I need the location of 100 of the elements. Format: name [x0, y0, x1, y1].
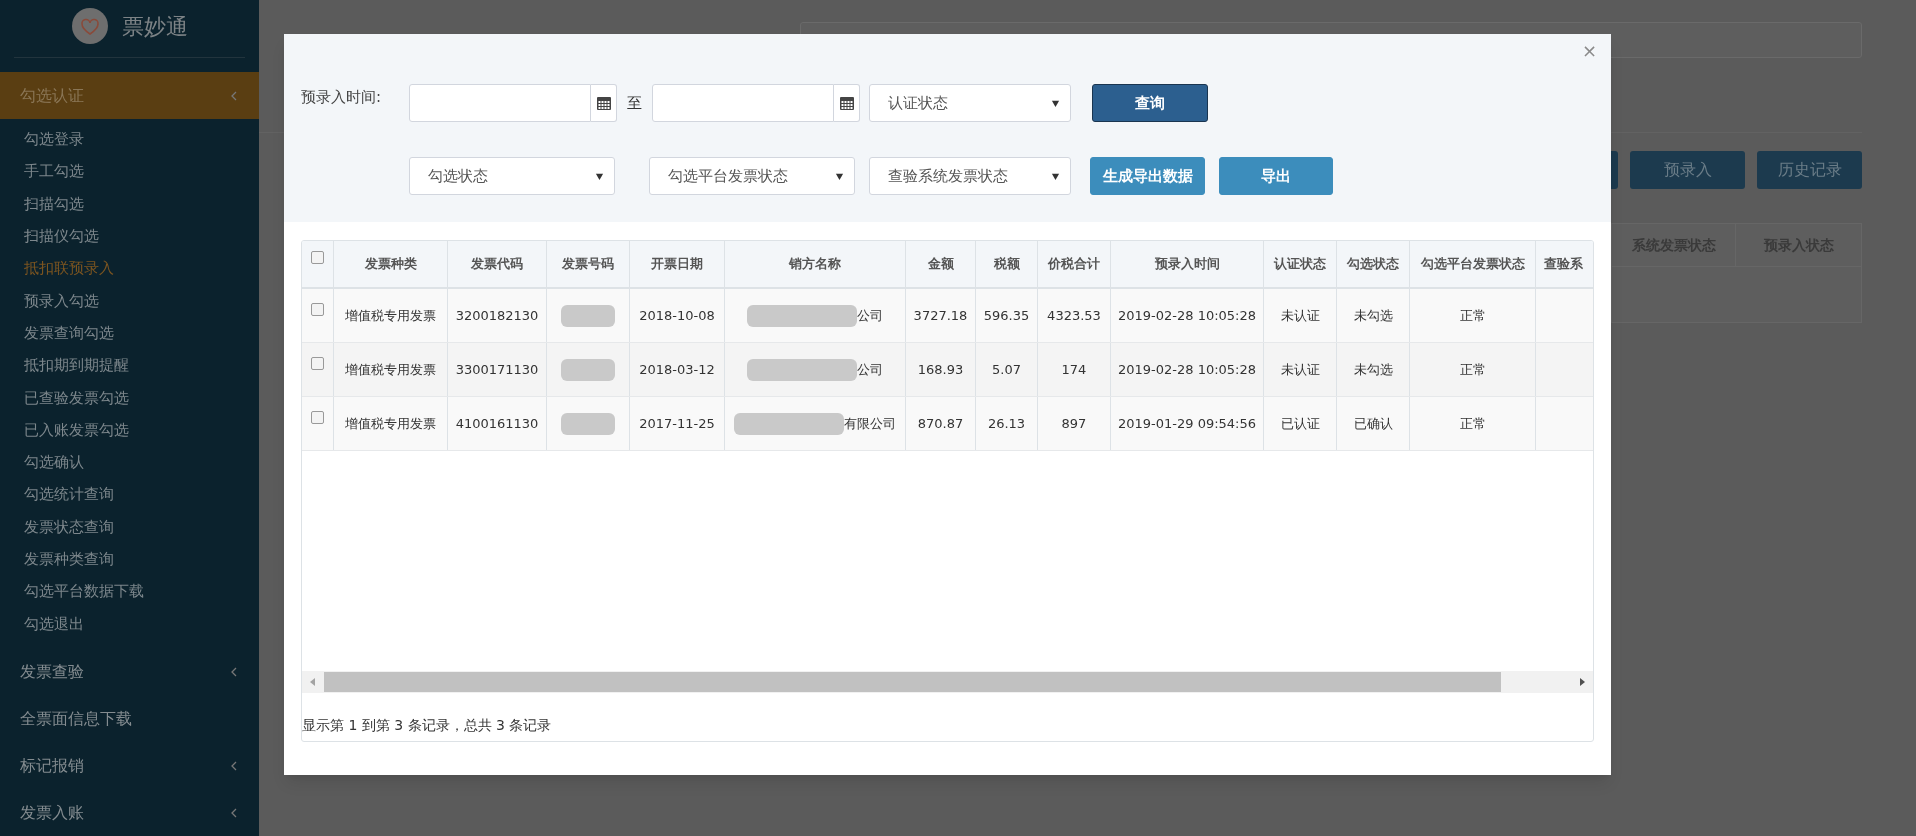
cell-text: 174 [1061, 360, 1087, 379]
submenu-item[interactable]: 预录入勾选 [0, 284, 259, 318]
scroll-thumb[interactable] [324, 672, 1501, 692]
cell-text: 2019-02-28 10:05:28 [1117, 360, 1257, 379]
column-header: 发票代码 [448, 241, 547, 287]
calendar-button[interactable] [591, 84, 617, 122]
pre-entry-button[interactable]: 预录入 [1630, 151, 1745, 189]
cell-text: 公司 [857, 306, 883, 325]
calendar-button[interactable] [834, 84, 860, 122]
cell-text: 正常 [1459, 360, 1486, 379]
column-header: 预录入时间 [1111, 241, 1264, 287]
menu-group[interactable]: 发票入账 [0, 789, 259, 836]
cell-text: 168.93 [917, 360, 964, 379]
caret-icon [1051, 171, 1060, 181]
cell-text: 26.13 [987, 414, 1026, 433]
export-button[interactable]: 导出 [1219, 157, 1333, 195]
status-select[interactable]: 认证状态 [869, 84, 1071, 122]
column-header: 发票号码 [547, 241, 630, 287]
cell-text: 870.87 [917, 414, 964, 433]
date-field[interactable] [652, 84, 834, 122]
cell-text: 增值税专用发票 [345, 306, 436, 325]
submenu-item[interactable]: 勾选登录 [0, 123, 259, 156]
column-header: 认证状态 [1264, 241, 1337, 287]
chevron-left-icon [231, 807, 237, 818]
checkbox[interactable] [311, 411, 324, 424]
cell-text: 已认证 [1280, 414, 1320, 433]
caret-icon [595, 171, 604, 181]
column-header: 查验系 [1543, 255, 1584, 274]
cell-text: 未勾选 [1353, 306, 1393, 325]
submenu-item[interactable]: 扫描仪勾选 [0, 220, 259, 253]
cell-text: 5.07 [992, 360, 1021, 379]
cell-text: 未认证 [1280, 360, 1320, 379]
column-header: 开票日期 [630, 241, 725, 287]
cell-text: 2019-02-28 10:05:28 [1117, 306, 1257, 325]
cell-text: 4100161130 [455, 414, 539, 433]
submenu-item[interactable]: 扫描勾选 [0, 187, 259, 221]
generate-export-data-button[interactable]: 生成导出数据 [1090, 157, 1205, 195]
cell-text: 897 [1061, 414, 1087, 433]
date-label: 预录入时间: [300, 87, 383, 108]
column-header: 勾选状态 [1337, 241, 1410, 287]
cell-text: 596.35 [983, 306, 1030, 325]
query-button[interactable]: 查询 [1092, 84, 1208, 122]
logo-text: 票妙通 [121, 12, 188, 41]
submenu-item[interactable]: 发票种类查询 [0, 543, 259, 576]
submenu-item[interactable]: 发票状态查询 [0, 510, 259, 544]
cell-text: 正常 [1459, 306, 1486, 325]
cell-text: 未勾选 [1353, 360, 1393, 379]
cell-text: 2018-10-08 [639, 306, 715, 325]
submenu-item[interactable]: 勾选退出 [0, 607, 259, 640]
submenu-item[interactable]: 抵扣期到期提醒 [0, 349, 259, 382]
column-header: 价税合计 [1038, 241, 1111, 287]
cell-text: 2018-03-12 [639, 360, 715, 379]
column-header: 税额 [976, 241, 1038, 287]
close-button[interactable]: × [1581, 42, 1597, 60]
checkbox[interactable] [311, 251, 324, 264]
cell-text: 正常 [1459, 414, 1486, 433]
cell-text: 已确认 [1353, 414, 1393, 433]
submenu-item[interactable]: 已入账发票勾选 [0, 413, 259, 447]
cell-text: 2017-11-25 [639, 414, 715, 433]
cell-text: 4323.53 [1047, 306, 1101, 325]
submenu-item[interactable]: 勾选平台数据下载 [0, 575, 259, 608]
range-separator: 至 [627, 92, 642, 114]
chevron-left-icon [231, 90, 237, 101]
caret-icon [835, 171, 844, 181]
pagination-info: 显示第 1 到第 3 条记录，总共 3 条记录 [302, 715, 552, 735]
submenu-item[interactable]: 勾选确认 [0, 446, 259, 479]
checkbox[interactable] [311, 303, 324, 316]
menu-group[interactable]: 标记报销 [0, 742, 259, 789]
cell-text: 未认证 [1280, 306, 1320, 325]
column-header: 金额 [906, 241, 976, 287]
cell-text: 增值税专用发票 [345, 414, 436, 433]
status-select[interactable]: 勾选状态 [409, 157, 615, 195]
menu-group[interactable]: 发票查验 [0, 648, 259, 695]
submenu-item[interactable]: 抵扣联预录入 [0, 252, 259, 285]
cell-text: 3300171130 [455, 360, 539, 379]
column-header: 销方名称 [725, 241, 906, 287]
column-header: 勾选平台发票状态 [1410, 241, 1536, 287]
submenu-item[interactable]: 已查验发票勾选 [0, 381, 259, 414]
cell-text: 增值税专用发票 [345, 360, 436, 379]
submenu-item[interactable]: 勾选统计查询 [0, 478, 259, 511]
date-field[interactable] [409, 84, 591, 122]
logo-icon [71, 8, 108, 45]
cell-text: 3727.18 [913, 306, 968, 325]
cell-text: 公司 [857, 360, 883, 379]
caret-icon [1051, 98, 1060, 108]
submenu-item[interactable]: 发票查询勾选 [0, 317, 259, 350]
status-select[interactable]: 查验系统发票状态 [869, 157, 1071, 195]
calendar-icon [596, 96, 611, 110]
checkbox[interactable] [311, 357, 324, 370]
cell-text: 有限公司 [844, 414, 896, 433]
menu-group[interactable]: 全票面信息下载 [0, 695, 259, 742]
submenu-item[interactable]: 手工勾选 [0, 155, 259, 188]
cell-text: 2019-01-29 09:54:56 [1117, 414, 1257, 433]
chevron-left-icon [231, 760, 237, 771]
calendar-icon [839, 96, 854, 110]
history-button[interactable]: 历史记录 [1757, 151, 1862, 189]
status-select[interactable]: 勾选平台发票状态 [649, 157, 855, 195]
chevron-left-icon [231, 666, 237, 677]
cell-text: 3200182130 [455, 306, 539, 325]
column-header: 发票种类 [334, 241, 448, 287]
